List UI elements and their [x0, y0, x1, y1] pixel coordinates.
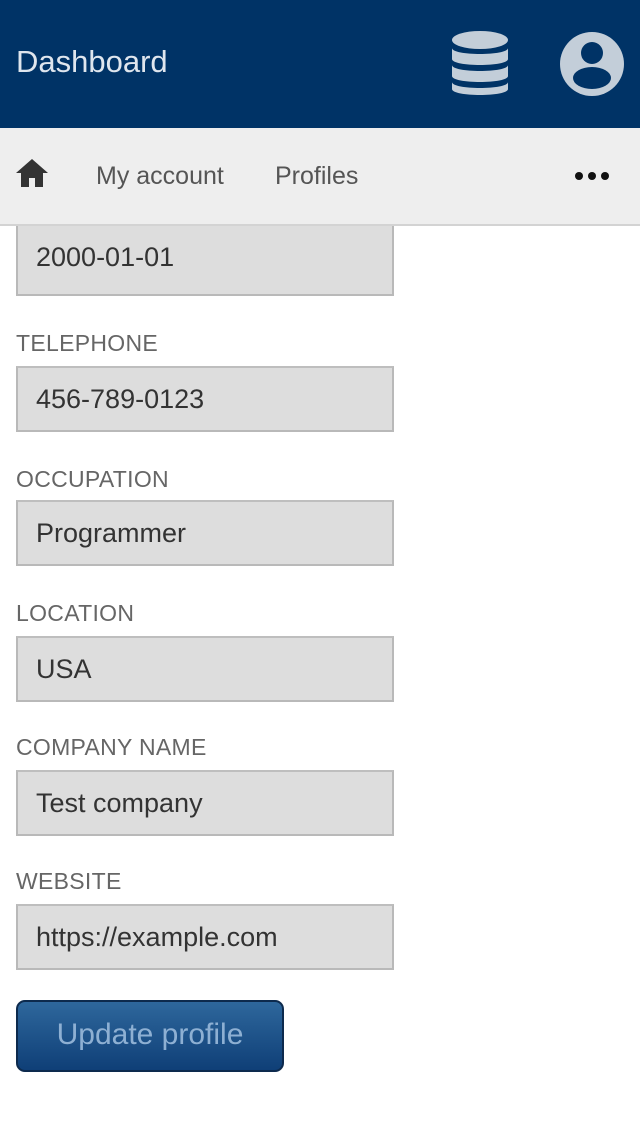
- database-icon[interactable]: [450, 30, 510, 98]
- nav-my-account[interactable]: My account: [96, 128, 224, 224]
- home-icon[interactable]: [15, 157, 49, 189]
- website-label: WEBSITE: [16, 868, 122, 894]
- occupation-field[interactable]: Programmer: [16, 500, 394, 566]
- nav-profiles[interactable]: Profiles: [275, 128, 358, 224]
- profile-form: 2000-01-01 TELEPHONE 456-789-0123 OCCUPA…: [0, 226, 640, 1136]
- location-label: LOCATION: [16, 600, 135, 626]
- app-title[interactable]: Dashboard: [16, 0, 168, 124]
- update-profile-button[interactable]: Update profile: [16, 1000, 284, 1072]
- location-field[interactable]: USA: [16, 636, 394, 702]
- telephone-field[interactable]: 456-789-0123: [16, 366, 394, 432]
- company-name-field[interactable]: Test company: [16, 770, 394, 836]
- user-circle-icon[interactable]: [558, 30, 626, 98]
- birthdate-field[interactable]: 2000-01-01: [16, 226, 394, 296]
- nav-bar: My account Profiles: [0, 128, 640, 226]
- telephone-label: TELEPHONE: [16, 330, 159, 356]
- top-app-bar: Dashboard: [0, 0, 640, 128]
- occupation-label: OCCUPATION: [16, 466, 169, 492]
- company-name-label: COMPANY NAME: [16, 734, 207, 760]
- ellipsis-icon[interactable]: [574, 168, 610, 184]
- website-field[interactable]: https://example.com: [16, 904, 394, 970]
